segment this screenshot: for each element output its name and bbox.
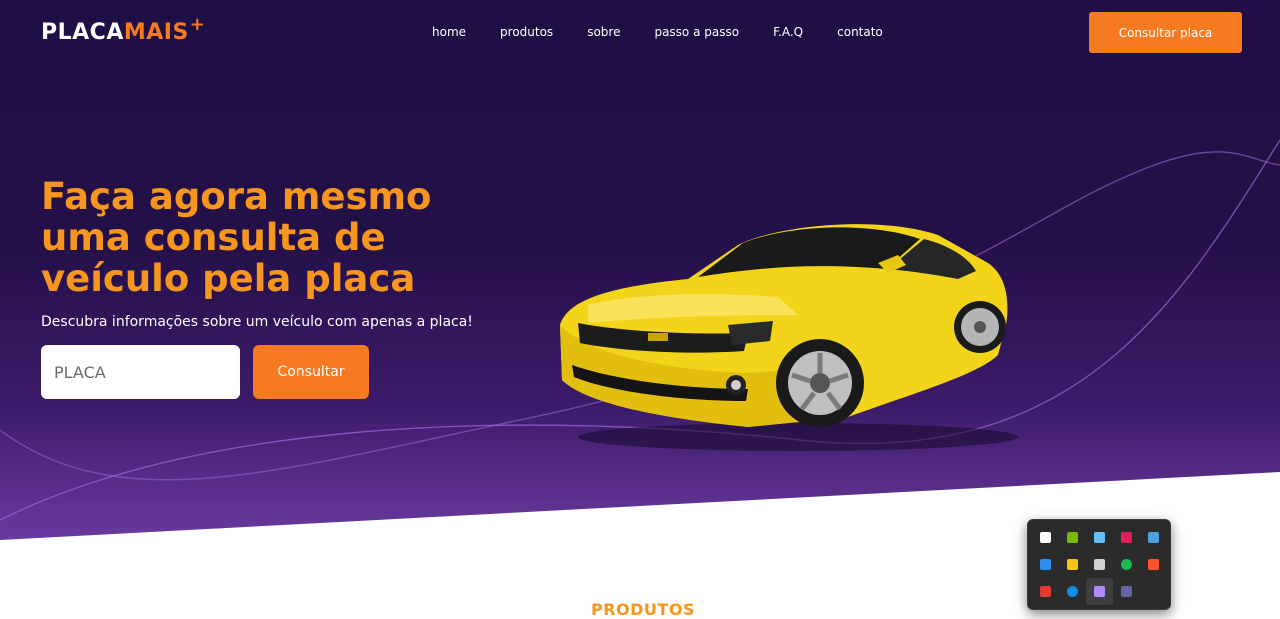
cloud-sync-icon — [1094, 559, 1105, 570]
logo[interactable]: PLACA MAIS + — [41, 14, 205, 45]
tray-item[interactable] — [1140, 551, 1167, 578]
logo-plus-mark: + — [189, 14, 206, 35]
plate-input[interactable] — [41, 345, 240, 399]
nvidia-icon — [1067, 532, 1078, 543]
screen-recorder-icon — [1040, 586, 1051, 597]
tray-item[interactable] — [1086, 551, 1113, 578]
tray-item[interactable] — [1032, 524, 1059, 551]
logo-placa-text: PLACA — [41, 20, 124, 45]
consultar-button[interactable]: Consultar — [253, 345, 369, 399]
tray-item[interactable] — [1032, 578, 1059, 605]
feather-pen-icon — [1094, 586, 1105, 597]
nav-link-sobre[interactable]: sobre — [587, 25, 620, 39]
slack-icon — [1121, 532, 1132, 543]
nav-link-faq[interactable]: F.A.Q — [773, 25, 803, 39]
consultar-placa-button[interactable]: Consultar placa — [1089, 12, 1242, 53]
hero-headline: Faça agora mesmo uma consulta de veículo… — [41, 175, 432, 300]
tray-item[interactable] — [1140, 524, 1167, 551]
teamviewer-icon — [1067, 586, 1078, 597]
nav-link-home[interactable]: home — [432, 25, 466, 39]
hero-subheadline: Descubra informações sobre um veículo co… — [41, 314, 473, 330]
tray-item[interactable] — [1059, 551, 1086, 578]
nav-link-passo-a-passo[interactable]: passo a passo — [654, 25, 739, 39]
nav-link-contato[interactable]: contato — [837, 25, 883, 39]
tray-icon-grid — [1032, 524, 1167, 605]
brave-icon — [1148, 559, 1159, 570]
spotify-icon — [1121, 559, 1132, 570]
tray-item[interactable] — [1086, 524, 1113, 551]
network-drive-icon — [1148, 532, 1159, 543]
tray-item[interactable] — [1032, 551, 1059, 578]
tray-item[interactable] — [1113, 551, 1140, 578]
tray-item[interactable] — [1059, 524, 1086, 551]
security-shield-icon — [1040, 532, 1051, 543]
yellow-sports-car-image — [560, 224, 1018, 451]
main-nav: home produtos sobre passo a passo F.A.Q … — [432, 25, 917, 39]
onedrive-warning-icon — [1067, 559, 1078, 570]
tray-item[interactable] — [1113, 524, 1140, 551]
section-title-produtos: PRODUTOS — [591, 600, 695, 619]
tray-item[interactable] — [1059, 578, 1086, 605]
tray-item[interactable] — [1113, 578, 1140, 605]
teams-icon — [1121, 586, 1132, 597]
tray-item[interactable] — [1086, 578, 1113, 605]
nav-link-produtos[interactable]: produtos — [500, 25, 553, 39]
steam-icon — [1094, 532, 1105, 543]
system-tray-popup — [1027, 519, 1171, 610]
bluetooth-icon — [1040, 559, 1051, 570]
logo-mais-text: MAIS — [123, 20, 189, 45]
